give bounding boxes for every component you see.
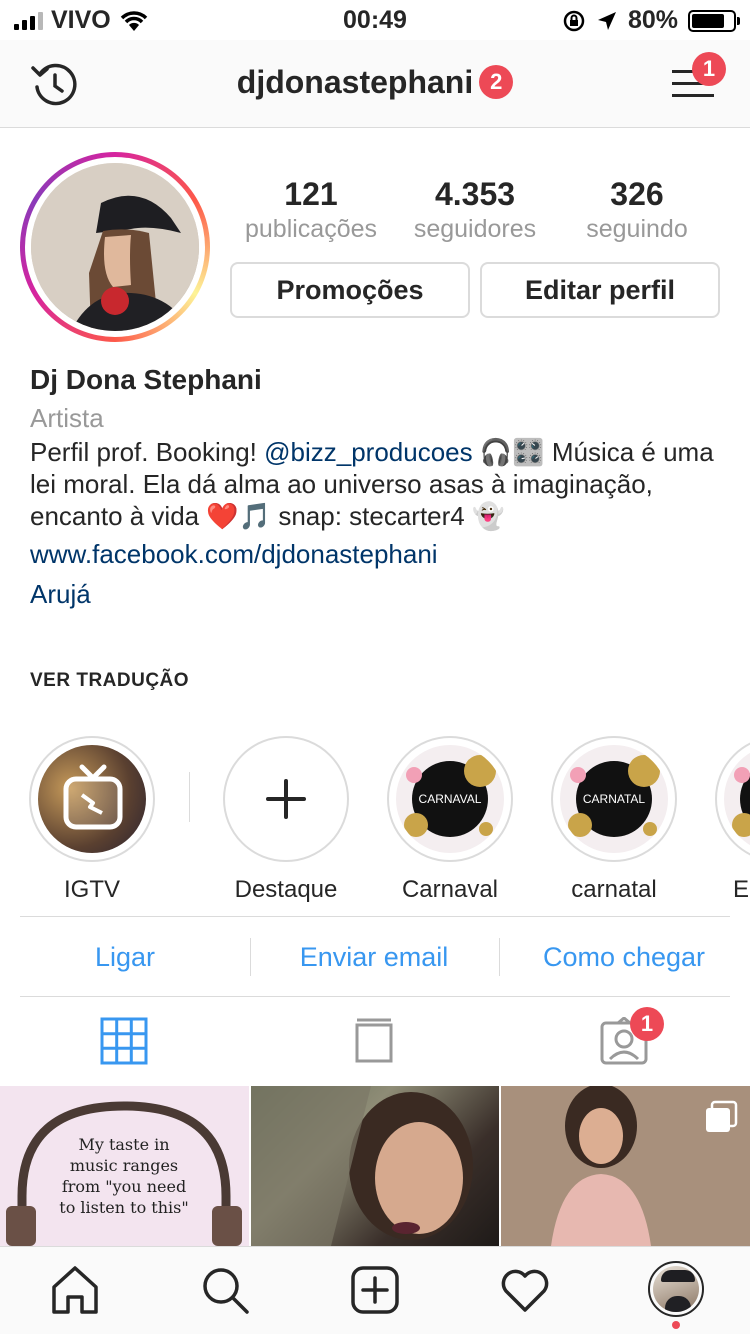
activity-dot	[672, 1321, 680, 1329]
highlight-new[interactable]: Destaque	[221, 736, 351, 904]
search-icon[interactable]	[200, 1265, 250, 1315]
username-title[interactable]: djdonastephani 2	[0, 64, 750, 101]
rotation-lock-icon	[563, 10, 585, 31]
new-post-icon[interactable]	[350, 1265, 400, 1315]
battery-icon	[688, 9, 740, 32]
display-name: Dj Dona Stephani	[30, 364, 262, 395]
highlight-partial[interactable]: Er	[713, 736, 750, 904]
menu-button[interactable]: 1	[672, 52, 726, 102]
highlight-carnaval[interactable]: CARNAVAL Carnaval	[385, 736, 515, 904]
followers-label: seguidores	[413, 215, 537, 243]
highlight-cover: CARNATAL	[568, 755, 660, 837]
edit-profile-button[interactable]: Editar perfil	[480, 262, 720, 318]
posts-grid: My taste in music ranges from "you need …	[0, 1086, 750, 1246]
email-button[interactable]: Enviar email	[250, 918, 498, 996]
home-icon[interactable]	[50, 1265, 100, 1315]
followers-count: 4.353	[434, 176, 516, 212]
contact-actions: Ligar Enviar email Como chegar	[0, 918, 750, 996]
grid-view-icon[interactable]	[100, 1017, 148, 1065]
highlight-label: Carnaval	[401, 876, 499, 903]
post-thumbnail[interactable]: My taste in music ranges from "you need …	[0, 1086, 249, 1246]
profile-tabs: 1	[0, 997, 750, 1085]
highlight-carnatal[interactable]: CARNATAL carnatal	[549, 736, 679, 904]
highlight-label: Destaque	[234, 876, 338, 903]
bio-mention-link[interactable]: @bizz_producoes	[264, 437, 473, 467]
stat-followers[interactable]: 4.353 seguidores	[400, 176, 550, 244]
cover-text: CARNAVAL	[419, 792, 482, 806]
stat-following[interactable]: 326 seguindo	[570, 176, 704, 244]
highlight-igtv[interactable]: IGTV	[27, 736, 157, 904]
highlight-label: IGTV	[63, 876, 120, 903]
battery-percent: 80%	[627, 6, 678, 34]
plus-icon	[266, 779, 306, 819]
bottom-navigation	[0, 1246, 750, 1334]
profile-photo	[31, 163, 199, 331]
account-notification-badge: 2	[479, 65, 514, 99]
posts-count: 121	[284, 176, 338, 212]
highlight-separator	[189, 772, 190, 822]
call-button[interactable]: Ligar	[0, 918, 250, 996]
portrait-photo	[251, 1086, 473, 1246]
see-translation-button[interactable]: VER TRADUÇÃO	[30, 670, 189, 692]
post-thumbnail[interactable]	[501, 1086, 750, 1246]
multiple-photos-icon	[706, 1100, 738, 1132]
location-arrow-icon	[597, 11, 616, 30]
feed-view-icon[interactable]	[350, 1017, 398, 1065]
cover-text: CARNATAL	[583, 792, 646, 806]
stat-posts[interactable]: 121 publicações	[230, 176, 392, 244]
bio-text: Perfil prof. Booking! @bizz_producoes 🎧🎛…	[30, 436, 730, 532]
profile-tab-avatar[interactable]	[648, 1261, 704, 1317]
highlight-label: carnatal	[571, 876, 657, 903]
igtv-icon	[63, 764, 123, 830]
category-label: Artista	[30, 403, 104, 433]
posts-label: publicações	[244, 215, 378, 243]
status-bar: VIVO 00:49 80%	[0, 0, 750, 40]
profile-avatar[interactable]	[20, 152, 210, 342]
bio-prefix: Perfil prof. Booking!	[30, 437, 265, 467]
menu-notification-badge: 1	[692, 52, 726, 86]
activity-heart-icon[interactable]	[500, 1265, 550, 1315]
post-thumbnail[interactable]	[251, 1086, 499, 1246]
tagged-notification-badge: 1	[630, 1007, 664, 1041]
highlight-cover: CARNAVAL	[404, 755, 496, 837]
location-link[interactable]: Arujá	[30, 578, 730, 610]
profile-bio: Dj Dona Stephani Artista Perfil prof. Bo…	[30, 364, 730, 610]
username: djdonastephani	[236, 64, 474, 100]
highlight-label: Er	[733, 876, 750, 903]
profile-header: djdonastephani 2 1	[0, 40, 750, 128]
website-link[interactable]: www.facebook.com/djdonastephani	[30, 538, 730, 570]
promotions-button[interactable]: Promoções	[230, 262, 470, 318]
divider	[20, 916, 730, 917]
directions-button[interactable]: Como chegar	[499, 918, 749, 996]
following-label: seguindo	[586, 215, 688, 243]
following-count: 326	[610, 176, 664, 212]
post-caption-text: My taste in music ranges from "you need …	[59, 1135, 189, 1217]
